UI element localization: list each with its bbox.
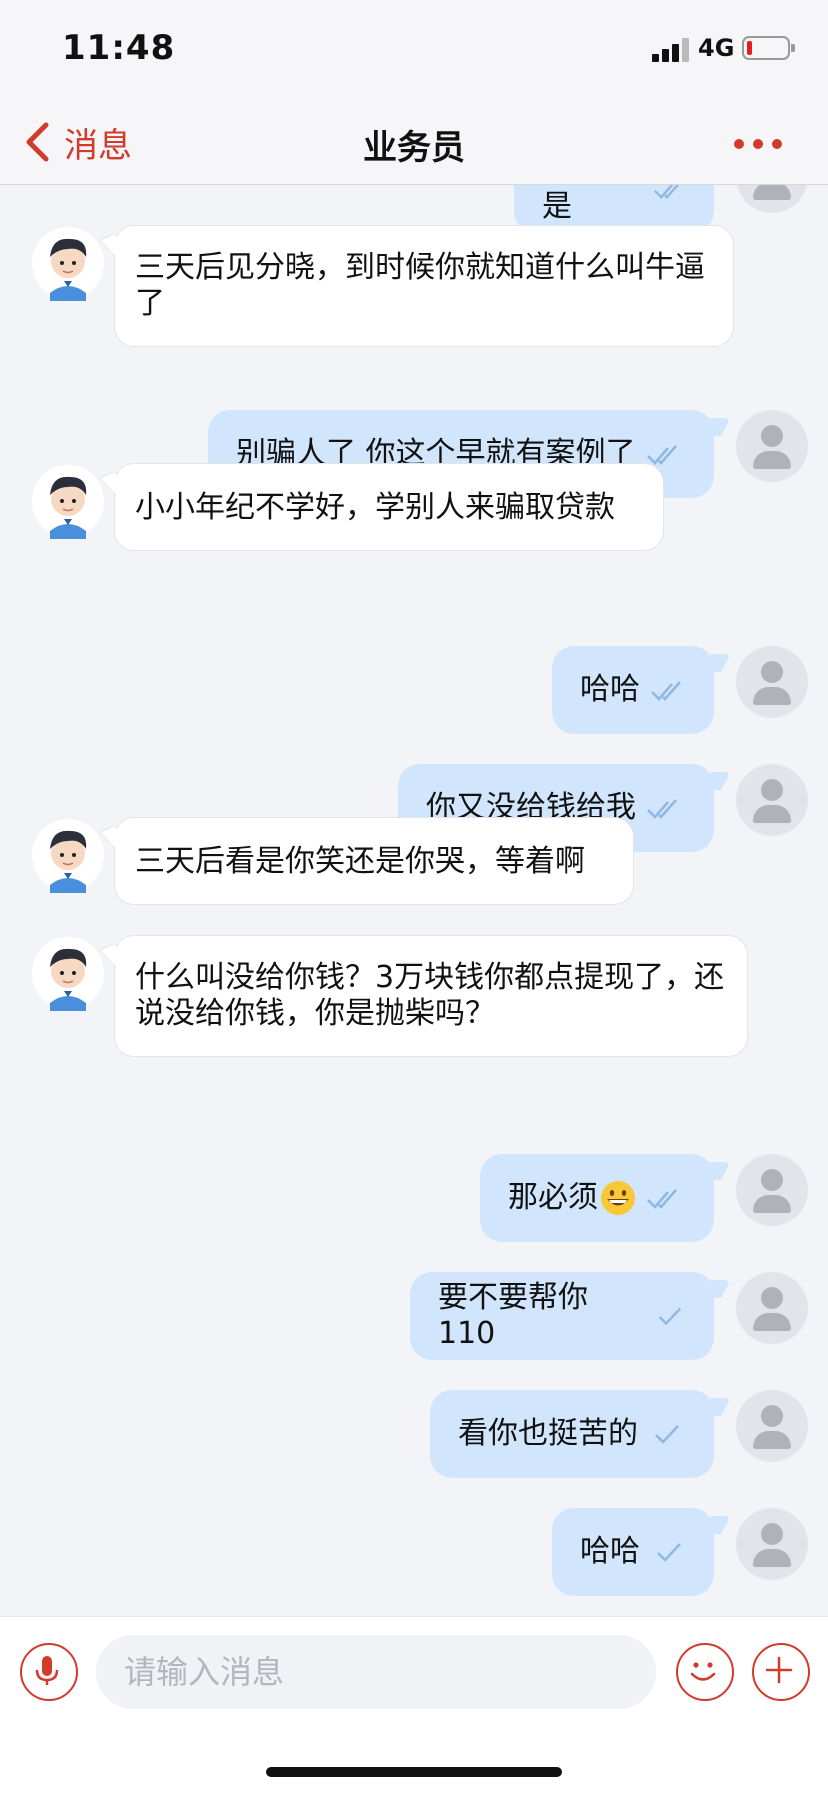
message-text: 哈哈 bbox=[580, 1534, 640, 1569]
cellular-signal-icon bbox=[652, 38, 692, 62]
microphone-icon[interactable] bbox=[20, 1643, 78, 1701]
message-bubble-incoming[interactable]: 三天后看是你笑还是你哭，等着啊 bbox=[114, 817, 634, 905]
message-input-bar: 请输入消息 bbox=[0, 1616, 828, 1793]
message-bubble-incoming[interactable]: 三天后见分晓，到时候你就知道什么叫牛逼了 bbox=[114, 225, 734, 347]
self-avatar[interactable] bbox=[736, 1390, 808, 1462]
chat-title: 业务员 bbox=[363, 128, 465, 168]
status-bar: 11:48 4G bbox=[0, 0, 828, 100]
self-avatar[interactable] bbox=[736, 1508, 808, 1580]
double-check-icon bbox=[651, 681, 681, 701]
message-text: 那必须 bbox=[508, 1180, 598, 1215]
self-avatar[interactable] bbox=[736, 1272, 808, 1344]
message-text: 哈哈 bbox=[580, 672, 640, 707]
message-input[interactable]: 请输入消息 bbox=[96, 1635, 656, 1709]
self-avatar[interactable] bbox=[736, 185, 808, 213]
message-bubble-outgoing[interactable]: 那必须 bbox=[480, 1154, 714, 1242]
message-bubble-outgoing[interactable]: 要不要帮你 110 bbox=[410, 1272, 714, 1360]
status-time: 11:48 bbox=[62, 28, 176, 68]
double-check-icon bbox=[647, 799, 677, 819]
message-bubble-incoming[interactable]: 什么叫没给你钱？3万块钱你都点提现了，还说没给你钱，你是抛柴吗？ bbox=[114, 935, 748, 1057]
message-bubble-outgoing[interactable]: 哈哈 bbox=[552, 646, 714, 734]
double-check-icon bbox=[647, 1189, 677, 1209]
self-avatar[interactable] bbox=[736, 646, 808, 718]
home-indicator[interactable] bbox=[266, 1767, 562, 1777]
message-bubble-outgoing[interactable]: 看你也挺苦的 bbox=[430, 1390, 714, 1478]
double-check-icon bbox=[653, 185, 680, 200]
agent-avatar[interactable] bbox=[28, 933, 108, 1013]
smiley-icon[interactable] bbox=[676, 1643, 734, 1701]
grinning-face-emoji bbox=[601, 1181, 635, 1215]
self-avatar[interactable] bbox=[736, 764, 808, 836]
battery-icon bbox=[742, 36, 795, 60]
self-avatar[interactable] bbox=[736, 1154, 808, 1226]
network-type: 4G bbox=[698, 34, 735, 62]
single-check-icon bbox=[657, 1543, 681, 1562]
double-check-icon bbox=[646, 445, 677, 465]
message-text: 看你也挺苦的 bbox=[458, 1416, 638, 1451]
agent-avatar[interactable] bbox=[28, 815, 108, 895]
message-text: 三天后看是你笑还是你哭，等着啊 bbox=[135, 844, 585, 879]
agent-avatar[interactable] bbox=[28, 223, 108, 303]
message-bubble-outgoing[interactable]: 哈哈 bbox=[552, 1508, 714, 1596]
message-bubble-incoming[interactable]: 小小年纪不学好，学别人来骗取贷款 bbox=[114, 463, 664, 551]
message-text: 嗯 平 是 bbox=[542, 185, 612, 224]
more-dots-icon[interactable] bbox=[734, 136, 784, 150]
self-avatar[interactable] bbox=[736, 410, 808, 482]
message-text: 要不要帮你 110 bbox=[438, 1280, 588, 1351]
message-text: 三天后见分晓，到时候你就知道什么叫牛逼了 bbox=[135, 250, 705, 321]
message-text: 小小年纪不学好，学别人来骗取贷款 bbox=[135, 490, 615, 525]
single-check-icon bbox=[655, 1425, 679, 1444]
plus-icon[interactable] bbox=[752, 1643, 810, 1701]
agent-avatar[interactable] bbox=[28, 461, 108, 541]
single-check-icon bbox=[658, 1307, 682, 1326]
navigation-bar: 消息 业务员 bbox=[0, 100, 828, 185]
message-text: 什么叫没给你钱？3万块钱你都点提现了，还说没给你钱，你是抛柴吗？ bbox=[135, 960, 725, 1031]
message-list[interactable]: 嗯 平 是 三天后见分晓，到时候你就知道什么叫牛逼了 别骗人了 你这个早就有案例… bbox=[0, 185, 828, 1615]
